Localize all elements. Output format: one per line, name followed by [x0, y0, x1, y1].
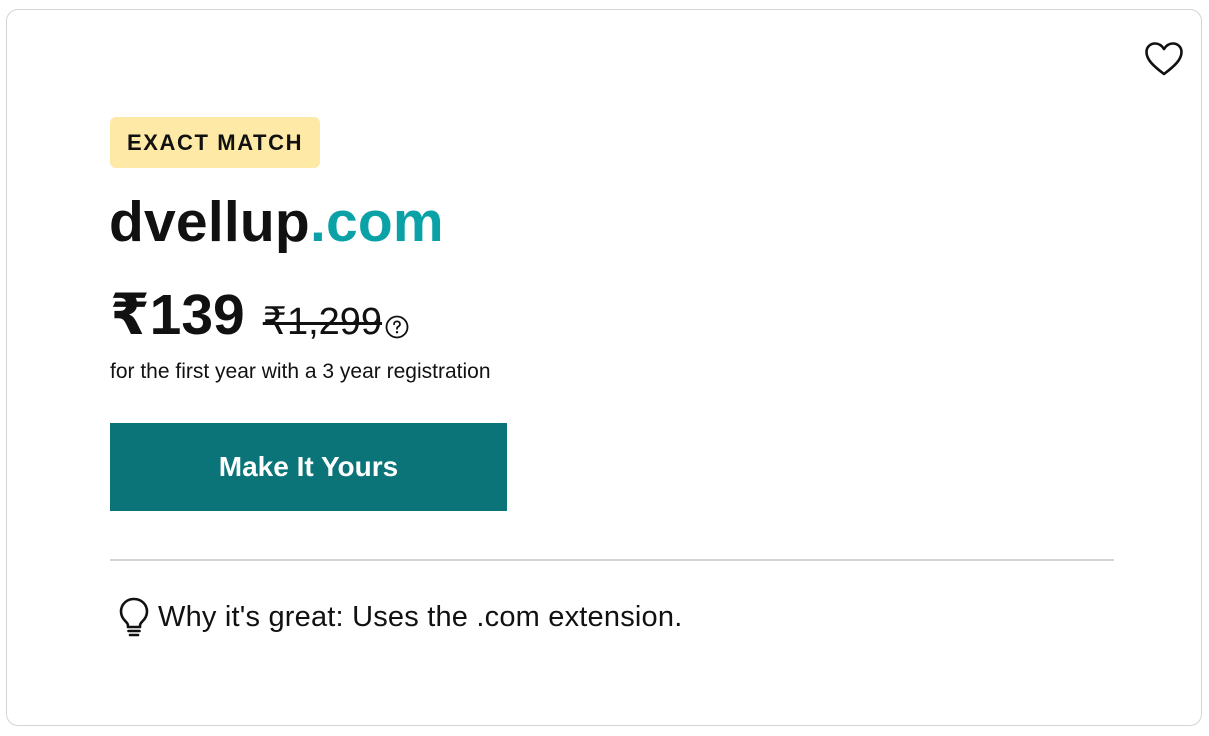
why-its-great-text: Why it's great: Uses the .com extension. [158, 600, 683, 633]
favorite-button[interactable] [1143, 40, 1185, 78]
lightbulb-icon [117, 596, 151, 638]
original-price: ₹1,299 [262, 301, 383, 343]
exact-match-badge: EXACT MATCH [110, 117, 321, 168]
why-its-great: Why it's great: Uses the .com extension. [117, 596, 682, 638]
make-it-yours-button[interactable]: Make It Yours [110, 423, 507, 511]
domain-tld: .com [309, 190, 444, 254]
price-term-text: for the first year with a 3 year registr… [110, 360, 491, 383]
current-price: ₹139 [110, 283, 245, 347]
question-circle-icon[interactable] [385, 315, 409, 339]
domain-result-card: EXACT MATCH dvellup.com ₹139 ₹1,299 for … [6, 9, 1202, 726]
price-row: ₹139 ₹1,299 [110, 282, 409, 352]
domain-name: dvellup.com [109, 188, 444, 256]
domain-sld: dvellup [109, 190, 310, 254]
heart-icon [1145, 42, 1183, 76]
divider [110, 559, 1114, 561]
